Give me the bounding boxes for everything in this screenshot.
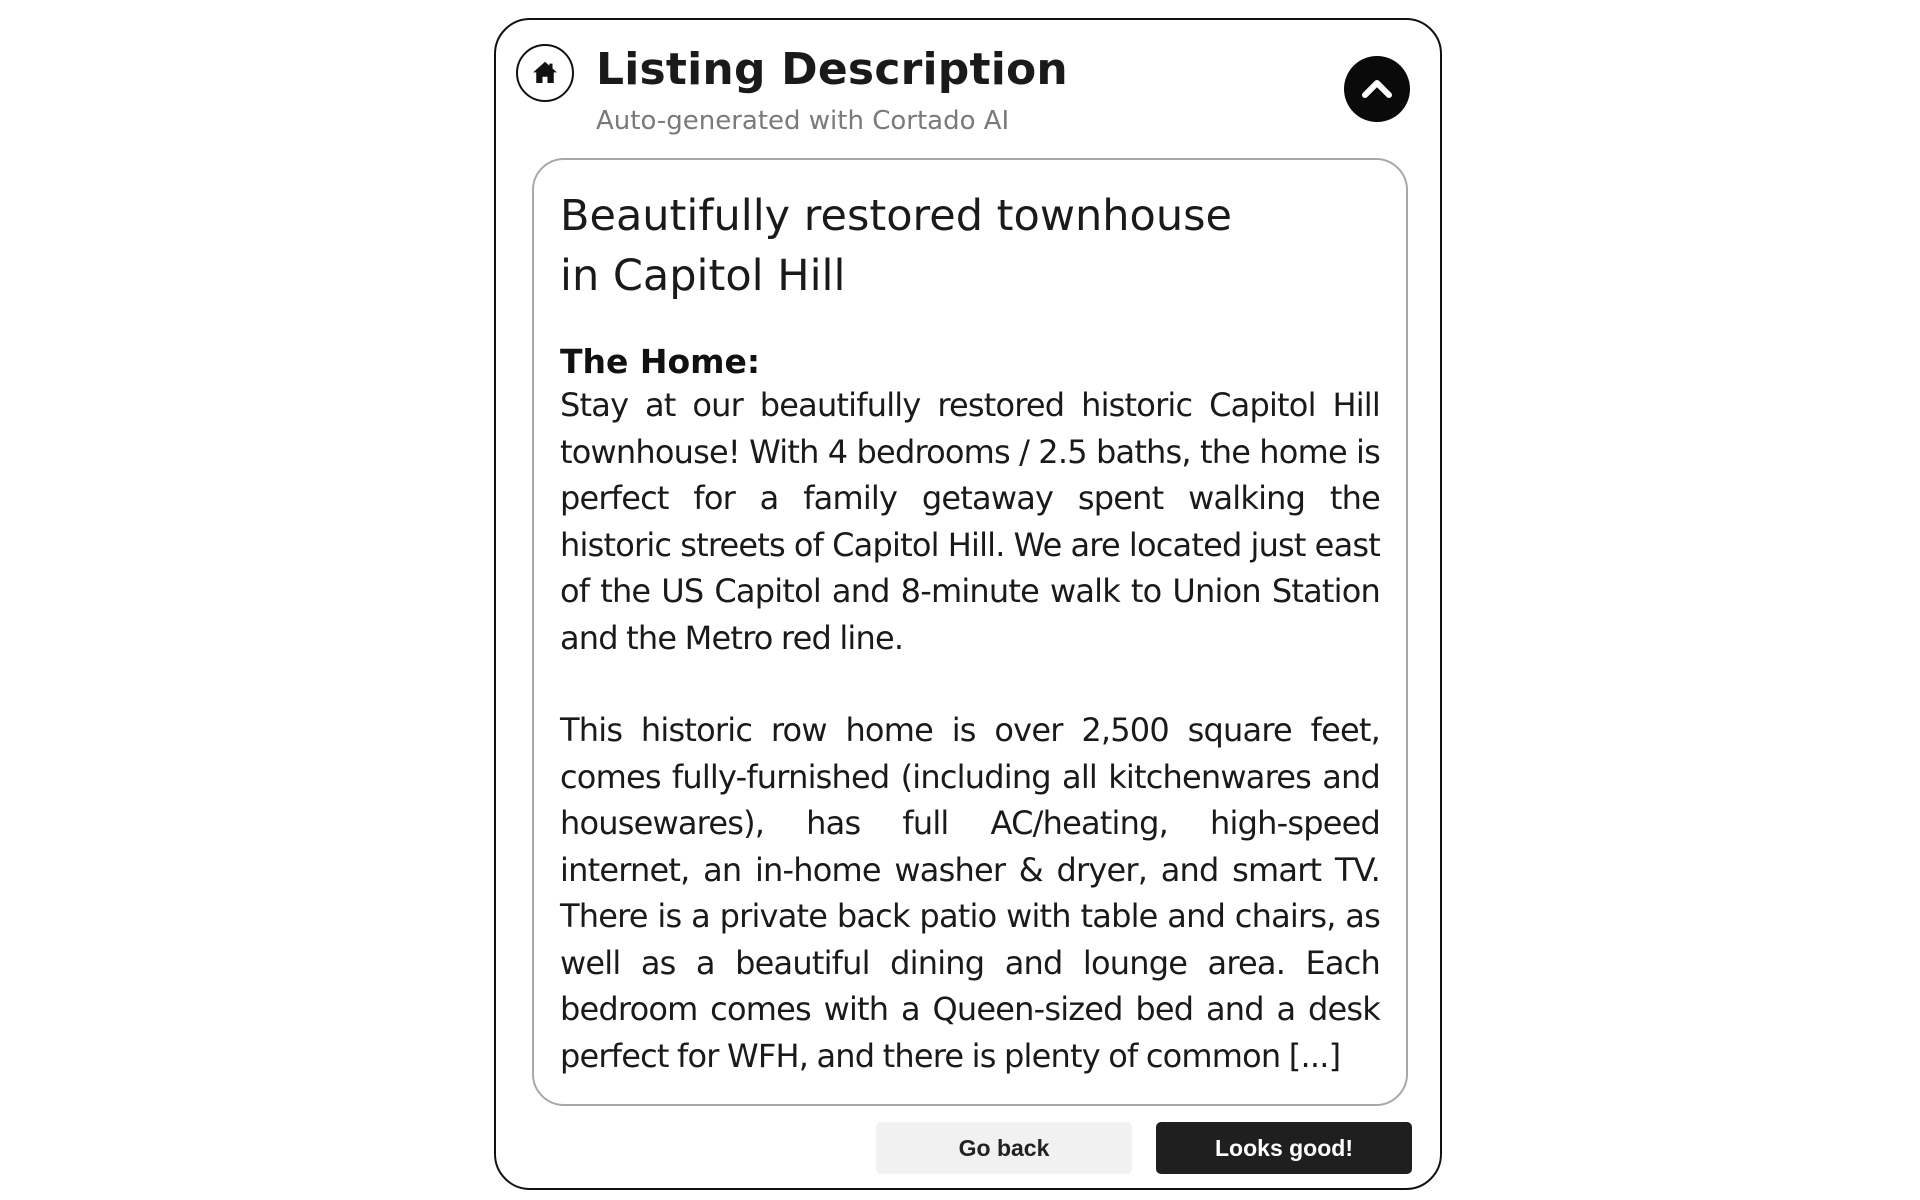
chevron-up-icon <box>1362 80 1392 98</box>
listing-title: Beautifully restored townhouse in Capito… <box>560 191 1232 301</box>
description-paragraph-2: This historic row home is over 2,500 squ… <box>560 711 1381 1075</box>
home-icon[interactable] <box>516 44 574 102</box>
section-heading: The Home: <box>560 342 761 381</box>
page-subtitle: Auto-generated with Cortado AI <box>596 106 1010 136</box>
looks-good-button[interactable]: Looks good! <box>1156 1122 1412 1174</box>
description-paragraph-1: Stay at our beautifully restored histori… <box>560 386 1381 657</box>
listing-description-card: Listing Description Auto-generated with … <box>494 18 1442 1190</box>
page-title: Listing Description <box>596 44 1068 95</box>
home-glyph <box>533 61 557 83</box>
collapse-button[interactable] <box>1344 56 1410 122</box>
go-back-button[interactable]: Go back <box>876 1122 1132 1174</box>
description-box[interactable]: Beautifully restored townhouse in Capito… <box>532 158 1408 1106</box>
